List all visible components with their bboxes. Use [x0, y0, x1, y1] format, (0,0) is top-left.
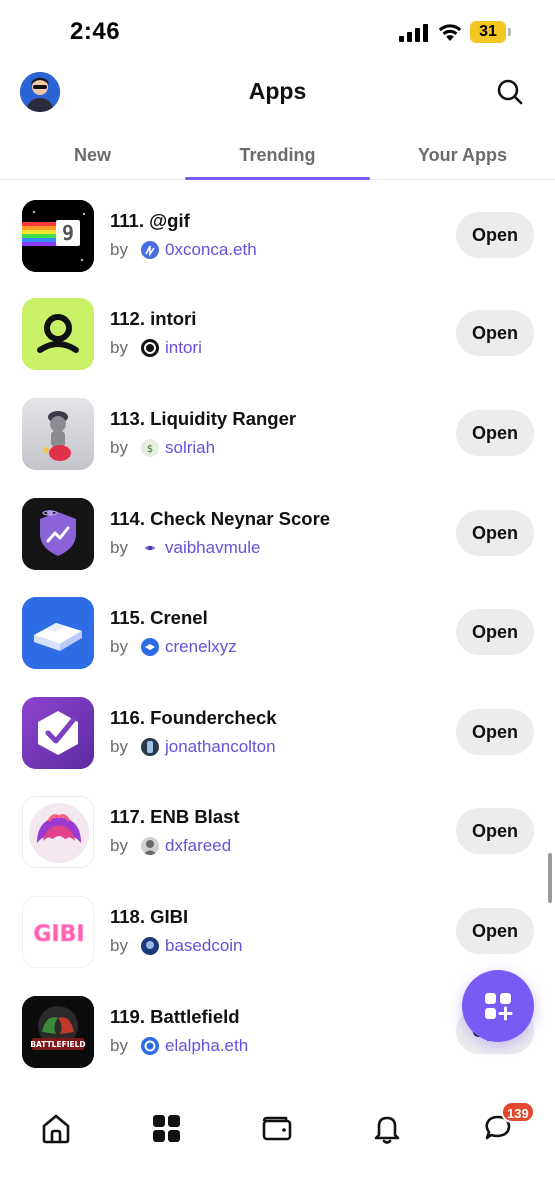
tab-bar: New Trending Your Apps [0, 130, 555, 180]
battery-icon: 31 [470, 21, 511, 43]
by-label: by [110, 737, 128, 756]
list-item[interactable]: 114. Check Neynar Score by vaibhavmule O… [0, 498, 555, 598]
nav-home[interactable] [36, 1108, 76, 1148]
open-button[interactable]: Open [456, 609, 534, 655]
status-time: 2:46 [70, 18, 121, 45]
apps-add-icon [485, 993, 513, 1021]
app-name: 118. GIBI [110, 906, 189, 927]
scrollbar-thumb[interactable] [548, 853, 552, 903]
app-icon-battlefield: BATTLEFIELD [22, 996, 94, 1068]
by-label: by [110, 936, 128, 955]
by-label: by [110, 1036, 128, 1055]
by-label: by [110, 836, 128, 855]
open-button[interactable]: Open [456, 510, 534, 556]
author-avatar [141, 539, 159, 557]
app-icon-gibi: GIBI [22, 896, 94, 968]
author-avatar [141, 738, 159, 756]
open-button[interactable]: Open [456, 410, 534, 456]
open-button[interactable]: Open [456, 212, 534, 258]
by-label: by [110, 438, 128, 457]
app-name: 117. ENB Blast [110, 806, 240, 827]
author-link[interactable]: solriah [165, 438, 215, 458]
list-item[interactable]: 9 111. @gif by 0xconca.eth Open [0, 200, 555, 300]
app-name: 111. @gif [110, 210, 190, 231]
apps-grid-icon [153, 1115, 180, 1142]
tab-your-apps[interactable]: Your Apps [370, 130, 555, 180]
messages-count-badge: 139 [501, 1101, 535, 1123]
svg-text:9: 9 [62, 221, 74, 245]
author-link[interactable]: elalpha.eth [165, 1036, 248, 1056]
author-avatar [141, 937, 159, 955]
add-app-button[interactable] [462, 970, 534, 1042]
nav-apps[interactable] [146, 1108, 186, 1148]
active-tab-indicator [185, 177, 370, 180]
app-icon-enb-blast [22, 796, 94, 868]
search-button[interactable] [494, 76, 526, 108]
page-title: Apps [248, 78, 307, 104]
battlefield-logo-text: BATTLEFIELD [30, 1040, 85, 1049]
wallet-icon [262, 1116, 292, 1141]
nav-notifications[interactable] [367, 1108, 407, 1148]
app-icon-intori [22, 298, 94, 370]
tab-new[interactable]: New [0, 130, 185, 180]
open-button[interactable]: Open [456, 709, 534, 755]
bell-icon [374, 1116, 400, 1144]
open-button[interactable]: Open [456, 310, 534, 356]
app-name: 112. intori [110, 308, 197, 329]
app-icon-gif: 9 [22, 200, 94, 272]
app-name: 115. Crenel [110, 607, 208, 628]
author-avatar [141, 339, 159, 357]
open-button[interactable]: Open [456, 808, 534, 854]
author-link[interactable]: crenelxyz [165, 637, 237, 657]
list-item[interactable]: 116. Foundercheck by jonathancolton Open [0, 697, 555, 797]
author-link[interactable]: jonathancolton [165, 737, 276, 757]
bottom-nav [0, 1090, 555, 1200]
app-name: 113. Liquidity Ranger [110, 408, 297, 429]
status-bar: 2:46 31 [0, 0, 555, 62]
home-icon [42, 1114, 70, 1144]
author-avatar [141, 241, 159, 259]
list-item[interactable]: 112. intori by intori Open [0, 298, 555, 398]
author-link[interactable]: basedcoin [165, 936, 243, 956]
open-button[interactable]: Open [456, 908, 534, 954]
by-label: by [110, 240, 128, 259]
list-item[interactable]: 115. Crenel by crenelxyz Open [0, 597, 555, 697]
battery-level: 31 [479, 23, 497, 40]
author-avatar [141, 638, 159, 656]
search-icon [497, 79, 523, 105]
gibi-logo-text: GIBI [33, 922, 84, 947]
nav-wallet[interactable] [257, 1108, 297, 1148]
app-icon-liquidity-ranger [22, 398, 94, 470]
by-label: by [110, 338, 128, 357]
app-icon-foundercheck [22, 697, 94, 769]
app-icon-check-neynar-score [22, 498, 94, 570]
author-link[interactable]: intori [165, 338, 202, 358]
app-icon-crenel [22, 597, 94, 669]
app-header: Apps [0, 62, 555, 124]
list-item[interactable]: 117. ENB Blast by dxfareed Open [0, 796, 555, 896]
author-link[interactable]: vaibhavmule [165, 538, 260, 558]
app-name: 116. Foundercheck [110, 707, 277, 728]
svg-text:$: $ [147, 444, 153, 455]
by-label: by [110, 637, 128, 656]
app-name: 119. Battlefield [110, 1006, 240, 1027]
wifi-icon [437, 22, 463, 42]
author-avatar [141, 837, 159, 855]
author-link[interactable]: dxfareed [165, 836, 231, 856]
author-avatar: $ [141, 439, 159, 457]
by-label: by [110, 538, 128, 557]
list-item[interactable]: 113. Liquidity Ranger by $ solriah Open [0, 398, 555, 498]
author-link[interactable]: 0xconca.eth [165, 240, 257, 260]
app-list: 9 111. @gif by 0xconca.eth Open 112. int… [0, 181, 555, 1086]
tab-trending[interactable]: Trending [185, 130, 370, 180]
app-name: 114. Check Neynar Score [110, 508, 331, 529]
cellular-signal-icon [399, 24, 429, 42]
author-avatar [141, 1037, 159, 1055]
